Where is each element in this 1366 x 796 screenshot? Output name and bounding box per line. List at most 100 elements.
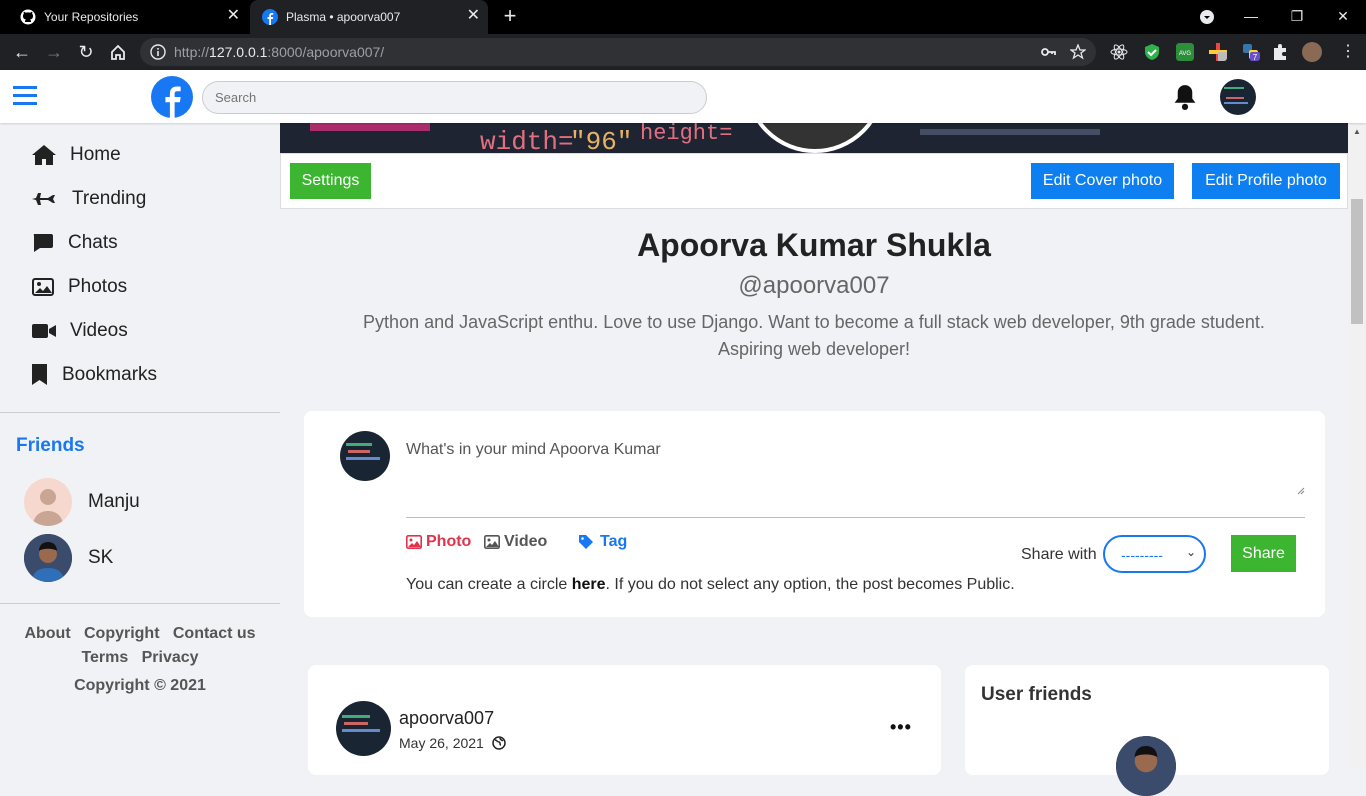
key-icon[interactable] — [1040, 44, 1056, 60]
friend-item-manju[interactable]: Manju — [24, 478, 140, 526]
copyright-link[interactable]: Copyright — [84, 625, 160, 642]
sidebar-item-label: Videos — [70, 320, 128, 341]
friend-avatar — [24, 534, 72, 582]
notification-bell-icon[interactable] — [1172, 83, 1198, 110]
svg-text:AVG: AVG — [1179, 51, 1192, 57]
address-bar[interactable]: http://127.0.0.1:8000/apoorva007/ — [140, 38, 1096, 66]
star-icon[interactable] — [1070, 44, 1086, 60]
profile-username: @apoorva007 — [738, 272, 890, 299]
circle-hint-text: . If you do not select any option, the p… — [605, 576, 1015, 593]
scrollbar-thumb[interactable] — [1351, 199, 1363, 324]
scroll-up-icon[interactable]: ▲ — [1353, 127, 1361, 136]
python-extension-icon[interactable]: 7 — [1242, 43, 1260, 61]
contact-link[interactable]: Contact us — [173, 625, 256, 642]
copyright-text: Copyright © 2021 — [74, 677, 206, 694]
user-friends-card: User friends — [965, 665, 1329, 796]
photo-option[interactable]: Photo — [406, 533, 471, 551]
sidebar-item-label: Chats — [68, 232, 118, 253]
shield-extension-icon[interactable] — [1143, 43, 1161, 61]
avg-extension-icon[interactable]: AVG — [1176, 43, 1194, 61]
circle-hint-text: You can create a circle — [406, 576, 572, 593]
sidebar-item-label: Photos — [68, 276, 128, 297]
share-with-select[interactable]: --------- ⌄ — [1103, 535, 1206, 573]
video-label: Video — [504, 533, 548, 550]
edit-profile-photo-button[interactable]: Edit Profile photo — [1192, 163, 1340, 199]
back-icon[interactable]: ← — [10, 40, 34, 64]
post-author[interactable]: apoorva007 — [399, 708, 494, 729]
post-textarea[interactable]: What's in your mind Apoorva Kumar — [406, 441, 1305, 495]
close-tab-icon[interactable]: ✕ — [227, 8, 240, 24]
react-devtools-icon[interactable] — [1110, 43, 1128, 61]
photo-icon — [406, 535, 422, 549]
tag-option[interactable]: Tag — [578, 533, 627, 551]
post-textarea-placeholder: What's in your mind Apoorva Kumar — [406, 441, 661, 458]
video-option[interactable]: Video — [484, 533, 547, 551]
sidebar-footer: About Copyright Contact us Terms Privacy… — [0, 622, 280, 698]
home-browser-icon[interactable] — [106, 40, 130, 64]
plane-icon — [32, 193, 55, 205]
forward-icon[interactable]: → — [42, 40, 66, 64]
edit-cover-photo-button[interactable]: Edit Cover photo — [1031, 163, 1174, 199]
tab-title: Your Repositories — [44, 10, 139, 24]
create-circle-link[interactable]: here — [572, 576, 606, 593]
tab-your-repositories[interactable]: Your Repositories ✕ — [8, 0, 248, 34]
tab-search-icon[interactable] — [1184, 0, 1230, 34]
more-options-icon[interactable]: ••• — [890, 717, 912, 738]
sidebar-item-home[interactable]: Home — [32, 144, 121, 166]
chevron-down-icon: ⌄ — [1185, 545, 1196, 559]
profile-info: Apoorva Kumar Shukla @apoorva007 Python … — [280, 225, 1348, 363]
profile-actions-bar: Settings Edit Cover photo Edit Profile p… — [280, 153, 1348, 209]
search-input[interactable] — [202, 81, 707, 114]
about-link[interactable]: About — [24, 625, 70, 642]
info-icon[interactable] — [150, 44, 166, 60]
sidebar-item-bookmarks[interactable]: Bookmarks — [32, 364, 157, 386]
svg-text:"96": "96" — [570, 127, 632, 153]
hamburger-menu-icon[interactable] — [13, 86, 37, 106]
friends-heading[interactable]: Friends — [16, 435, 85, 457]
user-avatar[interactable] — [1220, 79, 1256, 115]
globe-icon — [492, 736, 506, 750]
close-tab-icon[interactable]: ✕ — [467, 8, 480, 24]
puzzle-icon[interactable] — [1271, 43, 1289, 61]
cover-photo: width= "96" height= — [280, 123, 1348, 153]
share-button[interactable]: Share — [1231, 535, 1296, 572]
post-author-avatar[interactable] — [336, 701, 391, 756]
browser-tab-bar: Your Repositories ✕ Plasma • apoorva007 … — [0, 0, 1366, 34]
reload-icon[interactable]: ↻ — [74, 40, 98, 64]
resize-handle-icon[interactable] — [1295, 485, 1305, 495]
friend-item-sk[interactable]: SK — [24, 534, 113, 582]
friend-avatar[interactable] — [1116, 736, 1176, 796]
browser-profile-avatar[interactable] — [1302, 42, 1322, 62]
post-card: apoorva007 May 26, 2021 ••• — [308, 665, 941, 775]
color-extension-icon[interactable] — [1209, 43, 1227, 61]
friend-avatar — [24, 478, 72, 526]
sidebar-item-videos[interactable]: Videos — [32, 320, 128, 342]
bookmark-icon — [32, 364, 47, 385]
composer-avatar — [340, 431, 390, 481]
facebook-logo-icon[interactable] — [151, 76, 193, 118]
close-window-icon[interactable]: ✕ — [1320, 0, 1366, 34]
tab-plasma[interactable]: Plasma • apoorva007 ✕ — [250, 0, 488, 34]
facebook-icon — [262, 9, 278, 25]
share-with-value: --------- — [1121, 547, 1163, 563]
minimize-icon[interactable]: — — [1228, 0, 1274, 34]
sidebar: Home Trending Chats Photos Videos Bookma… — [0, 123, 280, 768]
new-tab-button[interactable]: + — [498, 4, 522, 28]
page-scrollbar[interactable]: ▲ — [1348, 123, 1366, 768]
browser-menu-icon[interactable]: ⋮ — [1336, 40, 1360, 64]
friend-name: Manju — [88, 491, 140, 512]
privacy-link[interactable]: Privacy — [142, 649, 199, 666]
sidebar-item-chats[interactable]: Chats — [32, 232, 118, 254]
post-composer: What's in your mind Apoorva Kumar Photo … — [304, 411, 1325, 617]
restore-icon[interactable]: ❐ — [1274, 0, 1320, 34]
video-icon — [32, 324, 56, 338]
svg-text:height=: height= — [640, 123, 732, 146]
github-icon — [20, 9, 36, 25]
profile-bio: Python and JavaScript enthu. Love to use… — [280, 309, 1348, 363]
post-date: May 26, 2021 — [399, 735, 484, 751]
settings-button[interactable]: Settings — [290, 163, 371, 199]
sidebar-item-photos[interactable]: Photos — [32, 276, 127, 298]
sidebar-item-trending[interactable]: Trending — [32, 188, 146, 210]
terms-link[interactable]: Terms — [81, 649, 128, 666]
tag-icon — [579, 535, 593, 549]
